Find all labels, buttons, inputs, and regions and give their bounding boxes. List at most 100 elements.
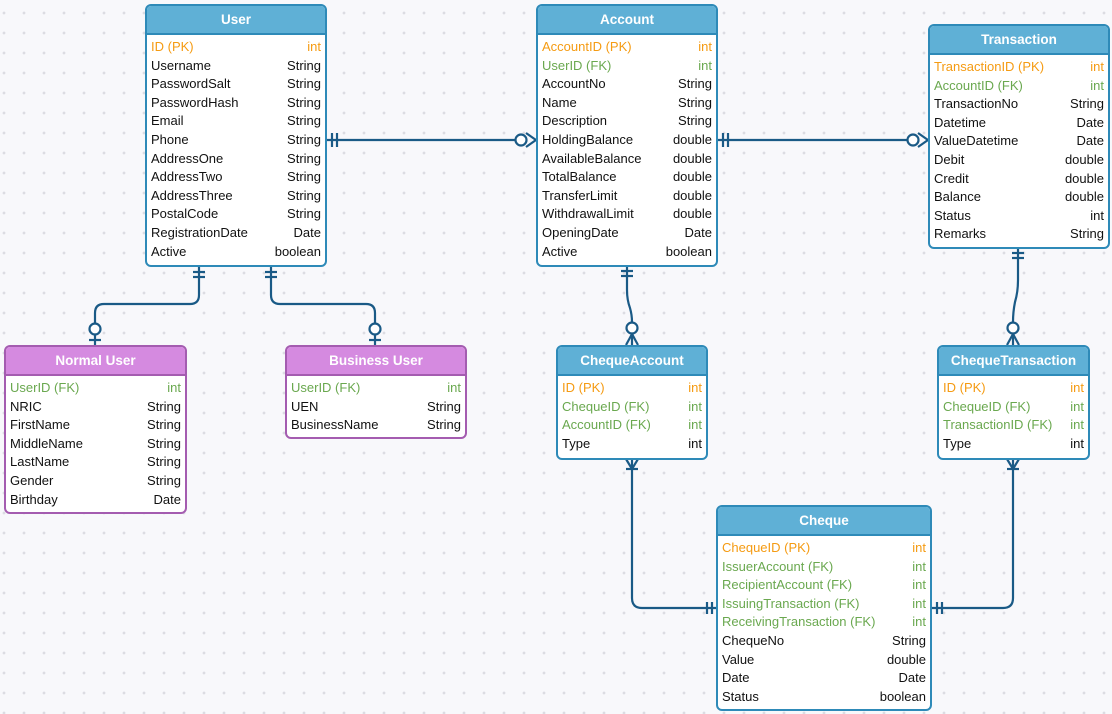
- field-row[interactable]: BusinessName String: [291, 416, 461, 435]
- field-row[interactable]: FirstName String: [10, 416, 181, 435]
- field-name: PasswordHash: [151, 94, 239, 110]
- field-row[interactable]: HoldingBalance double: [542, 131, 712, 150]
- field-row[interactable]: ValueDatetime Date: [934, 132, 1104, 151]
- connector-user-account[interactable]: [326, 132, 537, 148]
- field-row[interactable]: AvailableBalance double: [542, 150, 712, 169]
- entity-cheque-account[interactable]: ChequeAccount ID (PK) int ChequeID (FK) int…: [556, 345, 708, 460]
- field-name: Date: [722, 670, 750, 686]
- foreign-key-field[interactable]: IssuerAccount (FK) int: [722, 558, 926, 577]
- field-row[interactable]: AccountNo String: [542, 75, 712, 94]
- foreign-key-field[interactable]: UserID (FK) int: [291, 379, 461, 398]
- entity-cheque[interactable]: Cheque ChequeID (PK) int IssuerAccount (FK…: [716, 505, 932, 711]
- field-row[interactable]: TransactionNo String: [934, 95, 1104, 114]
- primary-key-field[interactable]: ID (PK) int: [562, 379, 702, 398]
- field-type: int: [1070, 435, 1084, 451]
- field-row[interactable]: Debit double: [934, 151, 1104, 170]
- connector-cheque-transaction-cheque[interactable]: [931, 458, 1020, 614]
- foreign-key-field[interactable]: IssuingTransaction (FK) int: [722, 595, 926, 614]
- foreign-key-field[interactable]: AccountID (FK) int: [562, 416, 702, 435]
- primary-key-field[interactable]: AccountID (PK) int: [542, 38, 712, 57]
- field-row[interactable]: Type int: [562, 435, 702, 454]
- field-row[interactable]: Datetime Date: [934, 114, 1104, 133]
- field-row[interactable]: Credit double: [934, 170, 1104, 189]
- foreign-key-field[interactable]: RecipientAccount (FK) int: [722, 576, 926, 595]
- field-type: double: [1064, 151, 1104, 167]
- field-name: AccountNo: [542, 76, 606, 92]
- field-row[interactable]: Date Date: [722, 669, 926, 688]
- field-row[interactable]: TransferLimit double: [542, 187, 712, 206]
- connector-transaction-cheque-transaction[interactable]: [1006, 248, 1024, 346]
- field-name: Email: [151, 113, 184, 129]
- foreign-key-field[interactable]: UserID (FK) int: [542, 57, 712, 76]
- foreign-key-field[interactable]: ChequeID (FK) int: [562, 398, 702, 417]
- field-row[interactable]: RegistrationDate Date: [151, 224, 321, 243]
- entity-normal-user[interactable]: Normal User UserID (FK) int NRIC String Firs…: [4, 345, 187, 514]
- field-row[interactable]: UEN String: [291, 398, 461, 417]
- field-name: TransactionID (PK): [934, 59, 1045, 74]
- primary-key-field[interactable]: TransactionID (PK) int: [934, 58, 1104, 77]
- field-row[interactable]: Birthday Date: [10, 491, 181, 510]
- primary-key-field[interactable]: ID (PK) int: [943, 379, 1084, 398]
- primary-key-field[interactable]: ID (PK) int: [151, 38, 321, 57]
- field-type: double: [1064, 189, 1104, 205]
- field-name: Status: [722, 688, 759, 704]
- entity-business-user[interactable]: Business User UserID (FK) int UEN String Bus…: [285, 345, 467, 439]
- field-type: Date: [293, 224, 321, 240]
- field-row[interactable]: Active boolean: [151, 243, 321, 262]
- field-type: int: [688, 380, 702, 395]
- connector-cheque-account-cheque[interactable]: [625, 458, 717, 614]
- field-row[interactable]: NRIC String: [10, 398, 181, 417]
- field-row[interactable]: PostalCode String: [151, 205, 321, 224]
- field-row[interactable]: Description String: [542, 112, 712, 131]
- entity-user[interactable]: User ID (PK) int Username String PasswordSal…: [145, 4, 327, 267]
- field-name: Credit: [934, 170, 969, 186]
- foreign-key-field[interactable]: UserID (FK) int: [10, 379, 181, 398]
- entity-account[interactable]: Account AccountID (PK) int UserID (FK) int A…: [536, 4, 718, 267]
- field-name: Type: [562, 435, 591, 451]
- primary-key-field[interactable]: ChequeID (PK) int: [722, 539, 926, 558]
- field-row[interactable]: PasswordHash String: [151, 94, 321, 113]
- field-row[interactable]: LastName String: [10, 453, 181, 472]
- field-row[interactable]: Remarks String: [934, 225, 1104, 244]
- foreign-key-field[interactable]: ChequeID (FK) int: [943, 398, 1084, 417]
- field-row[interactable]: WithdrawalLimit double: [542, 205, 712, 224]
- field-row[interactable]: MiddleName String: [10, 435, 181, 454]
- field-name: Gender: [10, 472, 54, 488]
- field-name: Remarks: [934, 226, 987, 242]
- field-row[interactable]: Username String: [151, 57, 321, 76]
- entity-cheque-transaction[interactable]: ChequeTransaction ID (PK) int ChequeID (FK…: [937, 345, 1090, 460]
- entity-transaction[interactable]: Transaction TransactionID (PK) int Account…: [928, 24, 1110, 249]
- connector-account-cheque-account[interactable]: [621, 266, 639, 346]
- field-row[interactable]: TotalBalance double: [542, 168, 712, 187]
- field-row[interactable]: Phone String: [151, 131, 321, 150]
- field-row[interactable]: AddressTwo String: [151, 168, 321, 187]
- field-type: Date: [898, 670, 926, 686]
- field-type: String: [678, 76, 712, 92]
- field-row[interactable]: Value double: [722, 651, 926, 670]
- field-row[interactable]: AddressThree String: [151, 187, 321, 206]
- field-row[interactable]: Balance double: [934, 188, 1104, 207]
- foreign-key-field[interactable]: TransactionID (FK) int: [943, 416, 1084, 435]
- field-row[interactable]: Type int: [943, 435, 1084, 454]
- connector-account-transaction[interactable]: [717, 132, 929, 148]
- foreign-key-field[interactable]: ReceivingTransaction (FK) int: [722, 613, 926, 632]
- field-row[interactable]: Status boolean: [722, 688, 926, 707]
- field-row[interactable]: Name String: [542, 94, 712, 113]
- field-row[interactable]: Active boolean: [542, 243, 712, 262]
- field-name: TotalBalance: [542, 169, 617, 185]
- field-name: PasswordSalt: [151, 76, 231, 92]
- connector-user-business-user[interactable]: [265, 266, 382, 345]
- field-name: PostalCode: [151, 206, 219, 222]
- field-row[interactable]: PasswordSalt String: [151, 75, 321, 94]
- field-row[interactable]: ChequeNo String: [722, 632, 926, 651]
- field-type: int: [688, 435, 702, 451]
- field-row[interactable]: AddressOne String: [151, 150, 321, 169]
- entity-title: ChequeTransaction: [939, 347, 1088, 376]
- field-row[interactable]: Gender String: [10, 472, 181, 491]
- field-row[interactable]: Status int: [934, 207, 1104, 226]
- connector-user-normal-user[interactable]: [88, 266, 205, 345]
- foreign-key-field[interactable]: AccountID (FK) int: [934, 77, 1104, 96]
- field-row[interactable]: Email String: [151, 112, 321, 131]
- field-type: String: [287, 57, 321, 73]
- field-row[interactable]: OpeningDate Date: [542, 224, 712, 243]
